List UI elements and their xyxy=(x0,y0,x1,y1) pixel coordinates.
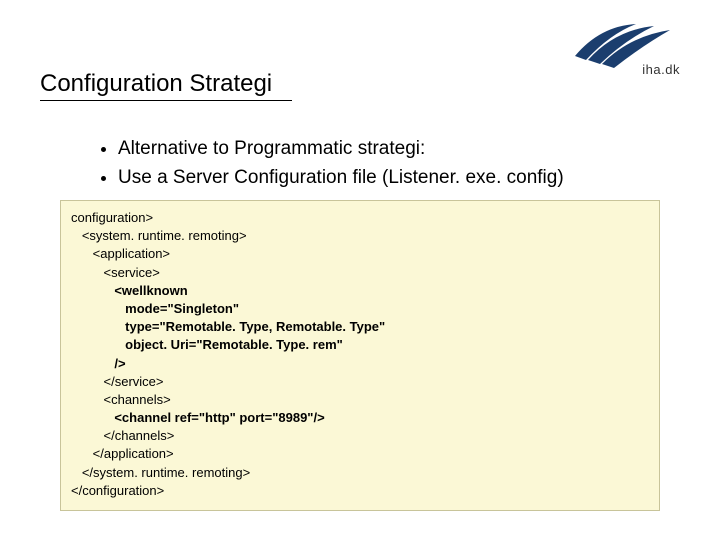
code-line: </service> xyxy=(71,373,649,391)
logo-text: iha.dk xyxy=(642,62,680,77)
bullet-item: Alternative to Programmatic strategi: xyxy=(118,136,670,163)
code-line: type="Remotable. Type, Remotable. Type" xyxy=(71,318,649,336)
code-line: <wellknown xyxy=(71,282,649,300)
code-line: <service> xyxy=(71,264,649,282)
code-line: </channels> xyxy=(71,427,649,445)
code-line: </configuration> xyxy=(71,482,649,500)
code-line: <channels> xyxy=(71,391,649,409)
code-line: object. Uri="Remotable. Type. rem" xyxy=(71,336,649,354)
code-line: mode="Singleton" xyxy=(71,300,649,318)
code-line: <application> xyxy=(71,245,649,263)
code-line: /> xyxy=(71,355,649,373)
code-line: <system. runtime. remoting> xyxy=(71,227,649,245)
bullet-item: Use a Server Configuration file (Listene… xyxy=(118,165,670,192)
slide: iha.dk Configuration Strategi Alternativ… xyxy=(0,0,720,540)
code-line: </application> xyxy=(71,445,649,463)
bullet-list: Alternative to Programmatic strategi: Us… xyxy=(96,136,670,193)
code-line: configuration> xyxy=(71,209,649,227)
code-line: <channel ref="http" port="8989"/> xyxy=(71,409,649,427)
code-line: </system. runtime. remoting> xyxy=(71,464,649,482)
page-title: Configuration Strategi xyxy=(40,70,292,101)
code-block: configuration> <system. runtime. remotin… xyxy=(60,200,660,511)
logo: iha.dk xyxy=(570,20,680,85)
